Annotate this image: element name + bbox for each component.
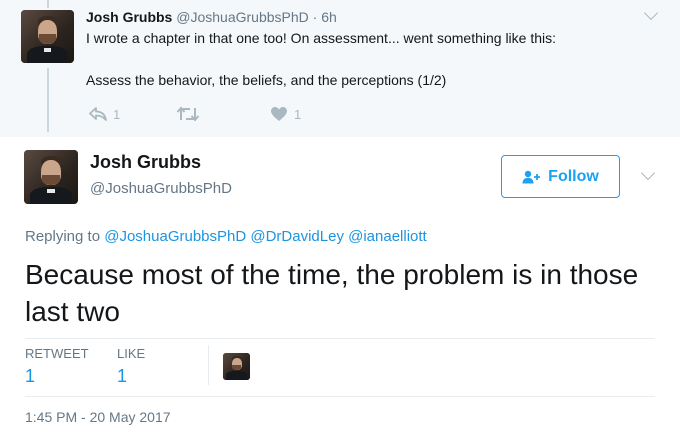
parent-author: Josh Grubbs @JoshuaGrubbsPhD · 6h	[86, 9, 337, 25]
divider	[25, 396, 655, 397]
tweet-timestamp[interactable]: 1:45 PM - 20 May 2017	[25, 409, 171, 425]
follow-user-icon	[522, 170, 541, 183]
parent-avatar[interactable]	[21, 10, 74, 63]
follow-label: Follow	[548, 167, 599, 185]
parent-reply-count: 1	[113, 106, 121, 122]
parent-tweet[interactable]: Josh Grubbs @JoshuaGrubbsPhD · 6h I wrot…	[0, 0, 680, 137]
mention-link[interactable]: @DrDavidLey	[250, 228, 344, 245]
parent-author-name[interactable]: Josh Grubbs	[86, 9, 172, 25]
replying-prefix: Replying to	[25, 228, 101, 245]
mention-link[interactable]: @ianaelliott	[348, 228, 427, 245]
retweet-count[interactable]: 1	[25, 366, 35, 387]
parent-retweet-action[interactable]	[176, 104, 206, 124]
parent-like-count: 1	[294, 106, 302, 122]
liker-avatar[interactable]	[223, 353, 250, 380]
parent-text-line1: I wrote a chapter in that one too! On as…	[86, 30, 557, 46]
reply-icon	[89, 107, 107, 121]
like-count[interactable]: 1	[117, 366, 127, 387]
heart-icon	[271, 107, 287, 121]
replying-to: Replying to @JoshuaGrubbsPhD @DrDavidLey…	[25, 228, 427, 245]
chevron-down-icon[interactable]	[643, 5, 659, 21]
parent-text-line2: Assess the behavior, the beliefs, and th…	[86, 72, 447, 88]
follow-button[interactable]: Follow	[501, 155, 620, 198]
retweet-label[interactable]: RETWEET	[25, 346, 89, 361]
stats-separator	[208, 345, 209, 385]
thread-line	[47, 68, 49, 132]
main-author-name[interactable]: Josh Grubbs	[90, 152, 201, 173]
tweet-text: Because most of the time, the problem is…	[25, 259, 639, 327]
parent-author-handle[interactable]: @JoshuaGrubbsPhD	[176, 9, 309, 25]
like-label[interactable]: LIKE	[117, 346, 145, 361]
chevron-down-icon[interactable]	[640, 165, 656, 181]
main-avatar[interactable]	[24, 150, 78, 204]
mention-link[interactable]: @JoshuaGrubbsPhD	[104, 228, 246, 245]
parent-like-action[interactable]: 1	[270, 104, 301, 124]
parent-time[interactable]: · 6h	[313, 9, 337, 25]
thread-line-top	[47, 0, 49, 8]
divider	[25, 338, 655, 339]
main-author-handle[interactable]: @JoshuaGrubbsPhD	[90, 180, 232, 197]
retweet-icon	[176, 106, 200, 122]
parent-reply-action[interactable]: 1	[89, 104, 120, 124]
